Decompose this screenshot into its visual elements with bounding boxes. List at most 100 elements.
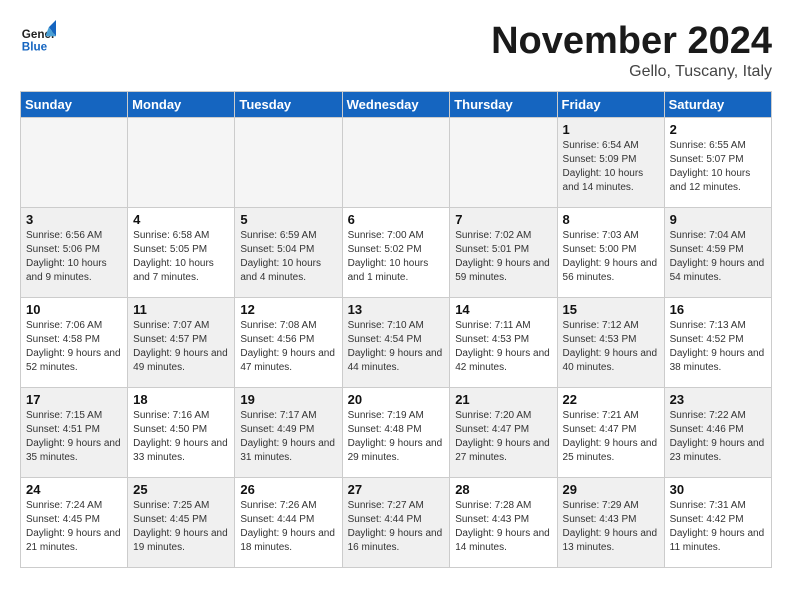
calendar-cell: 18 Sunrise: 7:16 AM Sunset: 4:50 PM Dayli… xyxy=(128,388,235,478)
calendar-cell: 23Sunrise: 7:22 AM Sunset: 4:46 PM Dayli… xyxy=(664,388,771,478)
day-info: Sunrise: 7:19 AM Sunset: 4:48 PM Dayligh… xyxy=(348,409,445,465)
day-info: Sunrise: 6:55 AM Sunset: 5:07 PM Dayligh… xyxy=(670,139,766,195)
day-info: Sunrise: 7:12 AM Sunset: 4:53 PM Dayligh… xyxy=(563,319,659,375)
logo-icon: General Blue xyxy=(20,20,56,56)
day-number: 7 xyxy=(455,212,551,227)
calendar-cell xyxy=(342,118,450,208)
day-info: Sunrise: 7:26 AM Sunset: 4:44 PM Dayligh… xyxy=(240,499,336,555)
calendar-cell: 15 Sunrise: 7:12 AM Sunset: 4:53 PM Dayli… xyxy=(557,298,664,388)
day-info: Sunrise: 6:54 AM Sunset: 5:09 PM Dayligh… xyxy=(563,139,659,195)
calendar-cell: 25Sunrise: 7:25 AM Sunset: 4:45 PM Dayli… xyxy=(128,478,235,568)
day-info: Sunrise: 7:04 AM Sunset: 4:59 PM Dayligh… xyxy=(670,229,766,285)
calendar-cell: 22 Sunrise: 7:21 AM Sunset: 4:47 PM Dayli… xyxy=(557,388,664,478)
calendar-cell xyxy=(235,118,342,208)
day-number: 20 xyxy=(348,392,445,407)
weekday-header-tuesday: Tuesday xyxy=(235,92,342,118)
day-info: Sunrise: 7:03 AM Sunset: 5:00 PM Dayligh… xyxy=(563,229,659,285)
calendar-cell: 27Sunrise: 7:27 AM Sunset: 4:44 PM Dayli… xyxy=(342,478,450,568)
day-info: Sunrise: 7:10 AM Sunset: 4:54 PM Dayligh… xyxy=(348,319,445,375)
day-info: Sunrise: 7:16 AM Sunset: 4:50 PM Dayligh… xyxy=(133,409,229,465)
day-number: 8 xyxy=(563,212,659,227)
day-number: 26 xyxy=(240,482,336,497)
day-info: Sunrise: 7:29 AM Sunset: 4:43 PM Dayligh… xyxy=(563,499,659,555)
weekday-header-friday: Friday xyxy=(557,92,664,118)
calendar-cell: 28Sunrise: 7:28 AM Sunset: 4:43 PM Dayli… xyxy=(450,478,557,568)
calendar-cell: 20 Sunrise: 7:19 AM Sunset: 4:48 PM Dayli… xyxy=(342,388,450,478)
calendar-cell: 11Sunrise: 7:07 AM Sunset: 4:57 PM Dayli… xyxy=(128,298,235,388)
calendar-cell: 26 Sunrise: 7:26 AM Sunset: 4:44 PM Dayli… xyxy=(235,478,342,568)
day-number: 2 xyxy=(670,122,766,137)
calendar-cell: 8 Sunrise: 7:03 AM Sunset: 5:00 PM Daylig… xyxy=(557,208,664,298)
calendar-week-4: 17 Sunrise: 7:15 AM Sunset: 4:51 PM Dayli… xyxy=(21,388,772,478)
day-number: 27 xyxy=(348,482,445,497)
day-number: 4 xyxy=(133,212,229,227)
calendar: SundayMondayTuesdayWednesdayThursdayFrid… xyxy=(20,91,772,568)
day-info: Sunrise: 7:31 AM Sunset: 4:42 PM Dayligh… xyxy=(670,499,766,555)
header: General Blue November 2024 Gello, Tuscan… xyxy=(20,20,772,81)
weekday-header-sunday: Sunday xyxy=(21,92,128,118)
location: Gello, Tuscany, Italy xyxy=(491,63,772,81)
day-info: Sunrise: 7:08 AM Sunset: 4:56 PM Dayligh… xyxy=(240,319,336,375)
calendar-week-1: 1 Sunrise: 6:54 AM Sunset: 5:09 PM Daylig… xyxy=(21,118,772,208)
title-block: November 2024 Gello, Tuscany, Italy xyxy=(491,20,772,81)
day-info: Sunrise: 7:02 AM Sunset: 5:01 PM Dayligh… xyxy=(455,229,551,285)
day-info: Sunrise: 6:59 AM Sunset: 5:04 PM Dayligh… xyxy=(240,229,336,285)
day-number: 22 xyxy=(563,392,659,407)
day-number: 16 xyxy=(670,302,766,317)
weekday-header-monday: Monday xyxy=(128,92,235,118)
calendar-cell xyxy=(21,118,128,208)
calendar-cell: 4 Sunrise: 6:58 AM Sunset: 5:05 PM Daylig… xyxy=(128,208,235,298)
day-info: Sunrise: 7:22 AM Sunset: 4:46 PM Dayligh… xyxy=(670,409,766,465)
day-number: 14 xyxy=(455,302,551,317)
day-info: Sunrise: 7:13 AM Sunset: 4:52 PM Dayligh… xyxy=(670,319,766,375)
calendar-cell xyxy=(128,118,235,208)
calendar-cell: 5 Sunrise: 6:59 AM Sunset: 5:04 PM Daylig… xyxy=(235,208,342,298)
svg-text:Blue: Blue xyxy=(22,41,48,54)
day-number: 13 xyxy=(348,302,445,317)
calendar-cell: 1 Sunrise: 6:54 AM Sunset: 5:09 PM Daylig… xyxy=(557,118,664,208)
day-info: Sunrise: 6:58 AM Sunset: 5:05 PM Dayligh… xyxy=(133,229,229,285)
calendar-cell: 6Sunrise: 7:00 AM Sunset: 5:02 PM Daylig… xyxy=(342,208,450,298)
calendar-cell: 16 Sunrise: 7:13 AM Sunset: 4:52 PM Dayli… xyxy=(664,298,771,388)
day-number: 1 xyxy=(563,122,659,137)
calendar-cell: 7 Sunrise: 7:02 AM Sunset: 5:01 PM Daylig… xyxy=(450,208,557,298)
day-info: Sunrise: 7:17 AM Sunset: 4:49 PM Dayligh… xyxy=(240,409,336,465)
weekday-header-wednesday: Wednesday xyxy=(342,92,450,118)
day-number: 11 xyxy=(133,302,229,317)
day-info: Sunrise: 7:28 AM Sunset: 4:43 PM Dayligh… xyxy=(455,499,551,555)
calendar-cell: 21Sunrise: 7:20 AM Sunset: 4:47 PM Dayli… xyxy=(450,388,557,478)
day-number: 19 xyxy=(240,392,336,407)
calendar-cell: 30 Sunrise: 7:31 AM Sunset: 4:42 PM Dayli… xyxy=(664,478,771,568)
calendar-cell: 24 Sunrise: 7:24 AM Sunset: 4:45 PM Dayli… xyxy=(21,478,128,568)
day-info: Sunrise: 7:21 AM Sunset: 4:47 PM Dayligh… xyxy=(563,409,659,465)
month-title: November 2024 xyxy=(491,20,772,63)
day-info: Sunrise: 7:06 AM Sunset: 4:58 PM Dayligh… xyxy=(26,319,122,375)
day-number: 10 xyxy=(26,302,122,317)
day-number: 30 xyxy=(670,482,766,497)
calendar-cell: 14Sunrise: 7:11 AM Sunset: 4:53 PM Dayli… xyxy=(450,298,557,388)
calendar-cell: 17 Sunrise: 7:15 AM Sunset: 4:51 PM Dayli… xyxy=(21,388,128,478)
page: General Blue November 2024 Gello, Tuscan… xyxy=(0,0,792,578)
day-number: 5 xyxy=(240,212,336,227)
calendar-week-2: 3Sunrise: 6:56 AM Sunset: 5:06 PM Daylig… xyxy=(21,208,772,298)
day-info: Sunrise: 7:24 AM Sunset: 4:45 PM Dayligh… xyxy=(26,499,122,555)
day-number: 9 xyxy=(670,212,766,227)
day-number: 15 xyxy=(563,302,659,317)
calendar-cell: 3Sunrise: 6:56 AM Sunset: 5:06 PM Daylig… xyxy=(21,208,128,298)
day-number: 25 xyxy=(133,482,229,497)
day-number: 29 xyxy=(563,482,659,497)
calendar-cell: 13 Sunrise: 7:10 AM Sunset: 4:54 PM Dayli… xyxy=(342,298,450,388)
day-number: 21 xyxy=(455,392,551,407)
calendar-cell: 9 Sunrise: 7:04 AM Sunset: 4:59 PM Daylig… xyxy=(664,208,771,298)
weekday-header-thursday: Thursday xyxy=(450,92,557,118)
day-number: 3 xyxy=(26,212,122,227)
calendar-cell: 2 Sunrise: 6:55 AM Sunset: 5:07 PM Daylig… xyxy=(664,118,771,208)
calendar-cell: 29 Sunrise: 7:29 AM Sunset: 4:43 PM Dayli… xyxy=(557,478,664,568)
day-number: 12 xyxy=(240,302,336,317)
calendar-week-3: 10 Sunrise: 7:06 AM Sunset: 4:58 PM Dayli… xyxy=(21,298,772,388)
day-info: Sunrise: 7:15 AM Sunset: 4:51 PM Dayligh… xyxy=(26,409,122,465)
day-number: 18 xyxy=(133,392,229,407)
day-number: 6 xyxy=(348,212,445,227)
day-number: 17 xyxy=(26,392,122,407)
day-number: 24 xyxy=(26,482,122,497)
